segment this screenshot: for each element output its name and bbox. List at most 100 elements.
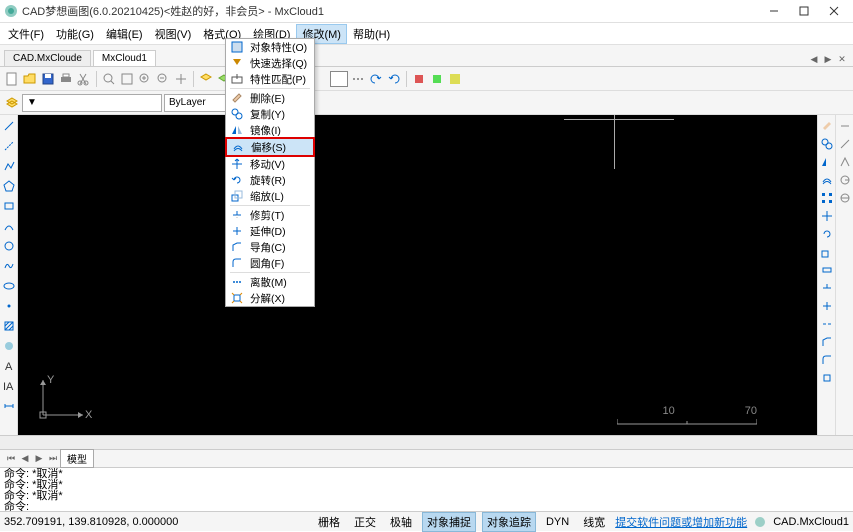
stretch-tool-icon[interactable] [820, 263, 834, 277]
color-swatch[interactable] [330, 71, 348, 87]
doc-tab-0[interactable]: CAD.MxCloude [4, 50, 91, 66]
explode-tool-icon[interactable] [820, 371, 834, 385]
point-icon[interactable] [2, 299, 16, 313]
erase-tool-icon[interactable] [820, 119, 834, 133]
dd-rotate[interactable]: 旋转(R) [226, 172, 314, 188]
save-icon[interactable] [40, 71, 56, 87]
maximize-button[interactable] [789, 1, 819, 21]
model-tab-last[interactable]: ⏭ [46, 452, 60, 466]
close-button[interactable] [819, 1, 849, 21]
dd-copy[interactable]: 复制(Y) [226, 106, 314, 122]
model-tab-prev[interactable]: ◀ [18, 452, 32, 466]
text-icon[interactable]: A [2, 359, 16, 373]
layer-selector[interactable]: ▼ [22, 94, 162, 112]
region-icon[interactable] [2, 339, 16, 353]
feedback-link[interactable]: 提交软件问题或增加新功能 [615, 514, 747, 530]
dd-matchprop[interactable]: 特性匹配(P) [226, 71, 314, 87]
zoom-window-icon[interactable] [101, 71, 117, 87]
extend-tool-icon[interactable] [820, 299, 834, 313]
model-tab-next[interactable]: ▶ [32, 452, 46, 466]
status-grid[interactable]: 栅格 [314, 513, 344, 531]
dd-mirror[interactable]: 镜像(I) [226, 122, 314, 138]
layer-manager-icon[interactable] [4, 95, 20, 111]
hatch-tool-icon[interactable] [2, 319, 16, 333]
status-dyn[interactable]: DYN [542, 515, 573, 529]
dd-offset[interactable]: 偏移(S) [227, 139, 313, 155]
circle-icon[interactable] [2, 239, 16, 253]
insert-icon[interactable] [429, 71, 445, 87]
minimize-button[interactable] [759, 1, 789, 21]
dd-erase[interactable]: 删除(E) [226, 90, 314, 106]
offset-tool-icon[interactable] [820, 173, 834, 187]
dd-discrete[interactable]: 离散(M) [226, 274, 314, 290]
model-tab-first[interactable]: ⏮ [4, 452, 18, 466]
menu-help[interactable]: 帮助(H) [347, 24, 396, 44]
dd-chamfer[interactable]: 导角(C) [226, 239, 314, 255]
zoom-in-icon[interactable] [137, 71, 153, 87]
dd-extend[interactable]: 延伸(D) [226, 223, 314, 239]
undo-icon[interactable] [368, 71, 384, 87]
dd-trim[interactable]: 修剪(T) [226, 207, 314, 223]
print-icon[interactable] [58, 71, 74, 87]
layer-icon[interactable] [198, 71, 214, 87]
mtext-icon[interactable]: IA [2, 379, 16, 393]
redo-icon[interactable] [386, 71, 402, 87]
menu-view[interactable]: 视图(V) [149, 24, 198, 44]
ellipse-icon[interactable] [2, 279, 16, 293]
dd-explode[interactable]: 分解(X) [226, 290, 314, 306]
tab-close[interactable]: ✕ [835, 52, 849, 66]
rotate-tool-icon[interactable] [820, 227, 834, 241]
mirror-tool-icon[interactable] [820, 155, 834, 169]
block-icon[interactable] [411, 71, 427, 87]
array-tool-icon[interactable] [820, 191, 834, 205]
fillet-tool-icon[interactable] [820, 353, 834, 367]
drawing-canvas[interactable]: Y X 10 70 [18, 115, 817, 435]
copy-tool-icon[interactable] [820, 137, 834, 151]
dim-aligned-icon[interactable] [838, 137, 852, 151]
status-ortho[interactable]: 正交 [350, 513, 380, 531]
ray-icon[interactable] [2, 139, 16, 153]
line-icon[interactable] [2, 119, 16, 133]
dimension-icon[interactable] [2, 399, 16, 413]
model-tab[interactable]: 模型 [60, 449, 94, 468]
status-osnap[interactable]: 对象捕捉 [422, 512, 476, 532]
tab-nav-right[interactable]: ▶ [821, 52, 835, 66]
menu-file[interactable]: 文件(F) [2, 24, 50, 44]
dim-radius-icon[interactable] [838, 173, 852, 187]
status-otrack[interactable]: 对象追踪 [482, 512, 536, 532]
pan-icon[interactable] [173, 71, 189, 87]
polygon-icon[interactable] [2, 179, 16, 193]
menu-function[interactable]: 功能(G) [50, 24, 100, 44]
hatch-icon[interactable] [447, 71, 463, 87]
scale-tool-icon[interactable] [820, 245, 834, 259]
spline-icon[interactable] [2, 259, 16, 273]
dd-quickselect[interactable]: 快速选择(Q) [226, 55, 314, 71]
break-tool-icon[interactable] [820, 317, 834, 331]
dd-properties[interactable]: 对象特性(O) [226, 39, 314, 55]
new-icon[interactable] [4, 71, 20, 87]
tab-nav-left[interactable]: ◀ [807, 52, 821, 66]
arc-icon[interactable] [2, 219, 16, 233]
dim-linear-icon[interactable] [838, 119, 852, 133]
zoom-out-icon[interactable] [155, 71, 171, 87]
dd-fillet[interactable]: 圆角(F) [226, 255, 314, 271]
dim-angular-icon[interactable] [838, 155, 852, 169]
command-window[interactable]: 命令: *取消* 命令: *取消* 命令: *取消* 命令: [0, 467, 853, 511]
horizontal-scrollbar[interactable] [0, 435, 853, 449]
rectangle-icon[interactable] [2, 199, 16, 213]
trim-tool-icon[interactable] [820, 281, 834, 295]
doc-tab-1[interactable]: MxCloud1 [93, 50, 156, 66]
cut-icon[interactable] [76, 71, 92, 87]
status-polar[interactable]: 极轴 [386, 513, 416, 531]
menu-edit[interactable]: 编辑(E) [100, 24, 149, 44]
move-tool-icon[interactable] [820, 209, 834, 223]
status-lwt[interactable]: 线宽 [579, 513, 609, 531]
dim-diameter-icon[interactable] [838, 191, 852, 205]
zoom-extents-icon[interactable] [119, 71, 135, 87]
dd-move[interactable]: 移动(V) [226, 156, 314, 172]
linetype-icon[interactable] [350, 71, 366, 87]
dd-scale[interactable]: 缩放(L) [226, 188, 314, 204]
open-icon[interactable] [22, 71, 38, 87]
polyline-icon[interactable] [2, 159, 16, 173]
chamfer-tool-icon[interactable] [820, 335, 834, 349]
